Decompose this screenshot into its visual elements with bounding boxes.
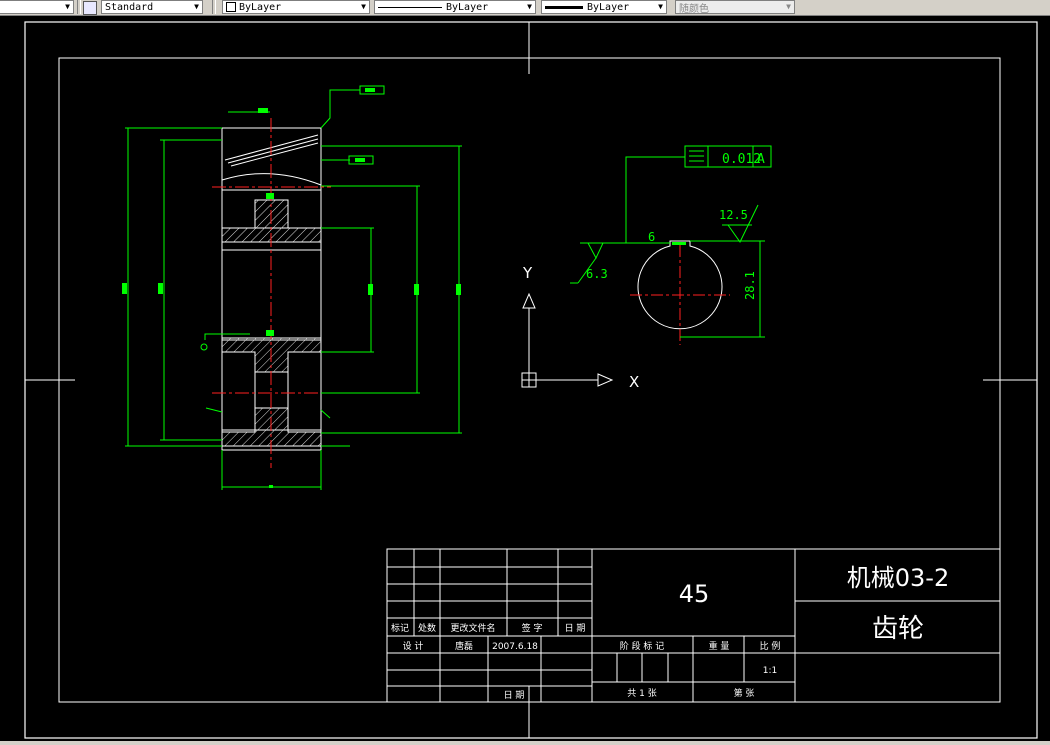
total-sheets: 共 1 张 [627,688,656,699]
material-value: 45 [679,580,710,608]
bore-centerlines [630,245,730,345]
drawing-canvas[interactable]: 0.012 A 6 12.5 6.3 28.1 Y X 45 机械03-2 齿轮… [0,0,1050,745]
key-width-label: 6 [648,230,655,244]
header-date: 日 期 [565,623,586,634]
tolerance-datum: A [757,152,765,167]
approve-date-label: 日 期 [504,690,525,701]
scale-value: 1:1 [763,666,777,676]
header-change-doc: 更改文件名 [450,622,495,634]
keyway-depth-label: 28.1 [743,271,757,300]
designer-name: 唐磊 [455,640,473,652]
key-dim-marker [672,242,686,245]
design-date: 2007.6.18 [492,642,538,652]
part-name: 齿轮 [872,614,924,644]
title-block-text: 45 机械03-2 齿轮 标记 处数 更改文件名 签 字 日 期 设 计 唐磊 … [391,564,949,701]
header-scale: 比 例 [760,640,781,652]
header-stage-mark: 阶 段 标 记 [620,640,665,652]
status-strip [0,741,1050,745]
sheet-number: 第 张 [734,687,755,699]
ucs-icon [521,292,614,388]
gear-section-view[interactable] [122,85,462,490]
tolerance-value: 0.012 [722,152,761,167]
ucs-x-label: X [629,373,639,391]
header-count: 处数 [418,622,436,634]
ucs-y-label: Y [522,264,533,282]
header-weight: 重 量 [709,640,730,652]
roughness-left-label: 6.3 [586,267,608,281]
header-signature: 签 字 [522,622,543,634]
header-design: 设 计 [403,640,424,652]
header-mark: 标记 [391,622,409,634]
drawing-number: 机械03-2 [847,564,949,592]
hub-end-view[interactable]: 0.012 A 6 12.5 6.3 28.1 [570,145,772,345]
roughness-top-label: 12.5 [719,208,748,222]
